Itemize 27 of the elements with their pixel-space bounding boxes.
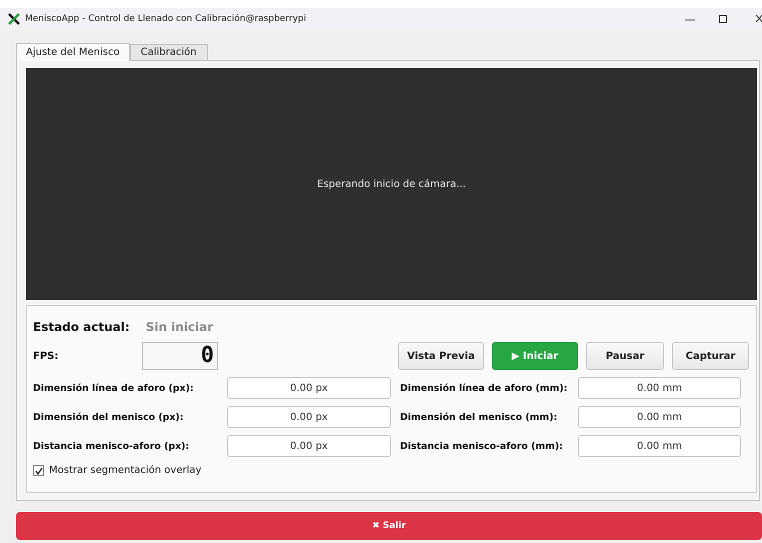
tab[interactable]: Calibración xyxy=(130,44,208,60)
measurement-label: Distancia menisco-aforo (mm): xyxy=(399,440,564,454)
measurement-label: Dimensión línea de aforo (px): xyxy=(33,382,195,396)
value-field[interactable]: 0.00 px xyxy=(227,435,391,457)
button[interactable]: Pausar xyxy=(586,342,664,370)
tab[interactable]: Ajuste del Menisco xyxy=(16,43,130,61)
value-field[interactable]: 0.00 mm xyxy=(578,406,741,428)
fps-display: 0 xyxy=(142,342,218,370)
camera-message: Esperando inicio de cámara... xyxy=(317,178,466,190)
value-field[interactable]: 0.00 px xyxy=(227,377,391,399)
value-field[interactable]: 0.00 px xyxy=(227,406,391,428)
measurement-label: Dimensión del menisco (px): xyxy=(33,410,184,424)
status-label: Estado actual: xyxy=(33,320,130,334)
button[interactable]: Capturar xyxy=(672,342,749,370)
button[interactable]: Vista Previa xyxy=(398,342,484,370)
status-value: Sin iniciar xyxy=(146,320,214,334)
exit-button[interactable]: ✖ Salir xyxy=(16,512,762,540)
measurement-label: Distancia menisco-aforo (px): xyxy=(33,440,190,454)
value-field[interactable]: 0.00 mm xyxy=(578,377,741,399)
window-title: MeniscoApp - Control de Llenado con Calibración@raspberrypi xyxy=(25,14,308,24)
checkbox[interactable] xyxy=(33,465,44,476)
measurement-label: Dimensión del menisco (mm): xyxy=(399,410,558,424)
value-field[interactable]: 0.00 mm xyxy=(578,435,741,457)
checkbox-label: Mostrar segmentación overlay xyxy=(49,465,202,476)
app-logo-icon xyxy=(8,13,20,25)
measurement-label: Dimensión línea de aforo (mm): xyxy=(399,382,568,396)
fps-label: FPS: xyxy=(33,350,60,362)
